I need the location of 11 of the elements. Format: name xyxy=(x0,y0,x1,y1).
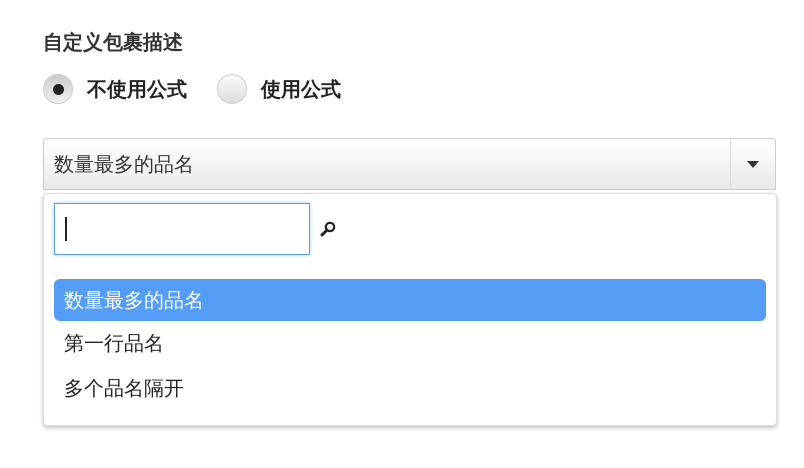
dropdown-option[interactable]: 多个品名隔开 xyxy=(54,366,766,411)
search-field[interactable] xyxy=(54,203,310,255)
dropdown-option[interactable]: 第一行品名 xyxy=(54,321,766,366)
section-title: 自定义包裹描述 xyxy=(43,29,184,56)
radio-button[interactable] xyxy=(217,74,247,104)
search-icon[interactable] xyxy=(320,221,336,237)
caret-icon xyxy=(747,160,759,168)
dropdown-select[interactable]: 数量最多的品名 xyxy=(43,138,776,190)
radio-button[interactable] xyxy=(43,74,73,104)
radio-label[interactable]: 使用公式 xyxy=(261,76,341,102)
radio-label[interactable]: 不使用公式 xyxy=(87,76,187,102)
